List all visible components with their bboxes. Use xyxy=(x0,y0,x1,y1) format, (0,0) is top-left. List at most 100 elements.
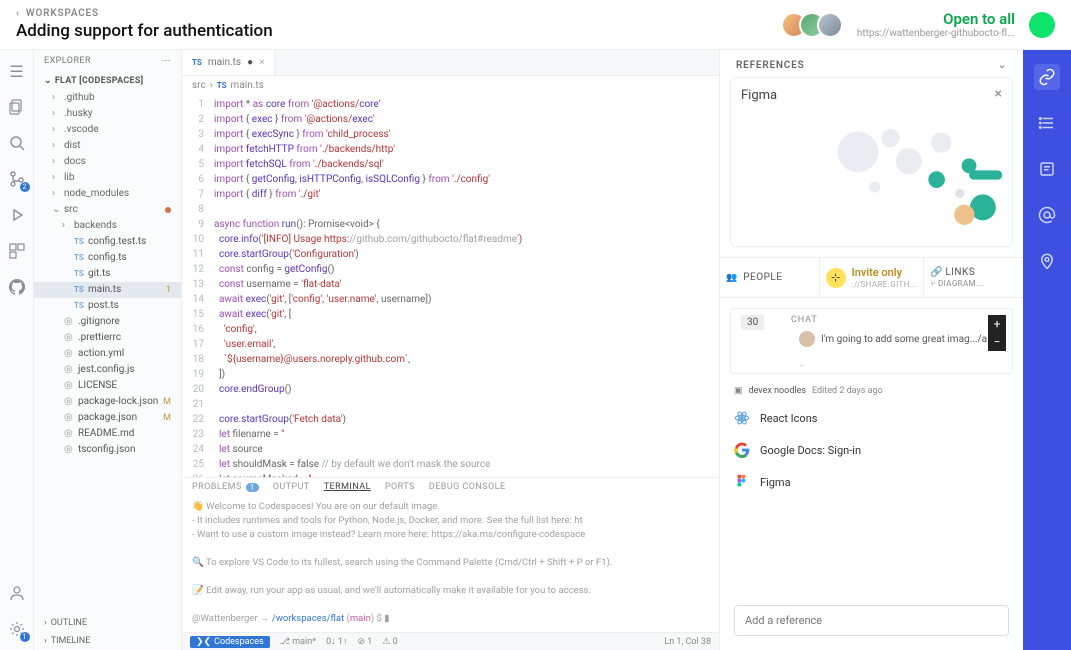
debug-icon[interactable] xyxy=(6,204,28,226)
location-rail-icon[interactable] xyxy=(1034,248,1060,274)
close-icon[interactable]: × xyxy=(259,57,264,68)
cursor-position[interactable]: Ln 1, Col 38 xyxy=(664,637,711,647)
access-label[interactable]: Open to all xyxy=(857,10,1015,28)
sync-indicator[interactable]: 0↓ 1↑ xyxy=(326,636,347,647)
zoom-out-button[interactable]: − xyxy=(988,333,1006,351)
add-reference-input[interactable] xyxy=(734,605,1009,636)
warnings-indicator[interactable]: ⚠ 0 xyxy=(382,637,397,647)
people-icon: 👥 xyxy=(726,273,737,283)
people-cell[interactable]: 👥 PEOPLE xyxy=(720,258,820,297)
editor-breadcrumb[interactable]: src› TS main.ts xyxy=(182,76,719,95)
explorer-title: EXPLORER⋯ xyxy=(34,50,181,72)
invite-cell[interactable]: ⊹ Invite only ://SHARE.GITH... xyxy=(820,258,925,297)
folder-item[interactable]: ›lib xyxy=(34,170,181,186)
avatar[interactable] xyxy=(817,12,843,38)
folder-item[interactable]: ›dist xyxy=(34,138,181,154)
folder-item[interactable]: ›.github xyxy=(34,90,181,106)
more-icon[interactable]: ⋯ xyxy=(162,56,171,66)
file-item[interactable]: ◎.prettierrc xyxy=(34,330,181,346)
file-item[interactable]: TSconfig.test.ts xyxy=(34,234,181,250)
app-header: ‹ WORKSPACES Adding support for authenti… xyxy=(0,0,1071,50)
references-panel: REFERENCES ⌄ Figma × xyxy=(719,50,1023,650)
file-item[interactable]: ◎package.jsonM xyxy=(34,410,181,426)
outline-section[interactable]: ›OUTLINE xyxy=(34,614,181,632)
file-item[interactable]: ◎package-lock.jsonM xyxy=(34,394,181,410)
typescript-icon: TS xyxy=(192,58,202,67)
file-item[interactable]: TSgit.ts xyxy=(34,266,181,282)
explorer-icon[interactable] xyxy=(6,96,28,118)
tab-bar: TS main.ts ● × xyxy=(182,50,719,76)
root-folder[interactable]: ⌄FLAT [CODESPACES] xyxy=(34,72,181,90)
figma-preview-graphic xyxy=(821,110,1006,240)
terminal-tabs: PROBLEMS1 OUTPUT TERMINAL PORTS DEBUG CO… xyxy=(182,477,719,496)
chat-count: 30 xyxy=(741,315,764,330)
file-item[interactable]: TSmain.ts1 xyxy=(34,282,181,298)
breadcrumb[interactable]: ‹ WORKSPACES xyxy=(16,8,789,19)
chat-more: … xyxy=(799,359,805,369)
menu-icon[interactable]: ☰ xyxy=(6,60,28,82)
chat-message: I'm going to add some great imag.../a xyxy=(799,331,1006,347)
file-item[interactable]: ◎.gitignore xyxy=(34,314,181,330)
editor-tab[interactable]: TS main.ts ● × xyxy=(182,50,275,75)
errors-indicator[interactable]: ⊘ 1 xyxy=(357,637,372,647)
avatar-stack[interactable] xyxy=(789,12,843,38)
folder-item[interactable]: ›backends xyxy=(34,218,181,234)
list-rail-icon[interactable] xyxy=(1034,110,1060,136)
file-item[interactable]: ◎LICENSE xyxy=(34,378,181,394)
github-icon[interactable] xyxy=(6,276,28,298)
presence-indicator[interactable] xyxy=(1029,12,1055,38)
side-rail xyxy=(1023,50,1071,650)
file-tree: ›.github›.husky›.vscode›dist›docs›lib›no… xyxy=(34,90,181,614)
code-area[interactable]: 1import * as core from '@actions/core'2i… xyxy=(182,95,719,477)
figma-label: Figma xyxy=(741,88,1002,103)
tab-debug-console[interactable]: DEBUG CONSOLE xyxy=(429,482,506,492)
file-item[interactable]: ◎README.md xyxy=(34,426,181,442)
page-title: Adding support for authentication xyxy=(16,21,789,41)
timeline-section[interactable]: ›TIMELINE xyxy=(34,632,181,650)
file-item[interactable]: ◎tsconfig.json xyxy=(34,442,181,458)
explorer-panel: EXPLORER⋯ ⌄FLAT [CODESPACES] ›.github›.h… xyxy=(34,50,182,650)
note-rail-icon[interactable] xyxy=(1034,156,1060,182)
file-item[interactable]: ◎action.yml xyxy=(34,346,181,362)
file-item[interactable]: TSpost.ts xyxy=(34,298,181,314)
tab-problems[interactable]: PROBLEMS1 xyxy=(192,482,259,492)
activity-bar: ☰ 2 1 xyxy=(0,50,34,650)
reference-item[interactable]: Google Docs: Sign-in xyxy=(720,434,1023,466)
mention-rail-icon[interactable] xyxy=(1034,202,1060,228)
meta-row: ▣ devex noodles Edited 2 days ago xyxy=(720,384,1023,398)
tab-terminal[interactable]: TERMINAL xyxy=(324,482,371,492)
source-control-icon[interactable]: 2 xyxy=(6,168,28,190)
chevron-down-icon[interactable]: ⌄ xyxy=(998,60,1007,71)
editor: TS main.ts ● × src› TS main.ts 1import *… xyxy=(182,50,719,650)
zoom-in-button[interactable]: + xyxy=(988,315,1006,333)
reference-list: React IconsGoogle Docs: Sign-inFigma xyxy=(720,398,1023,595)
close-icon[interactable]: × xyxy=(995,86,1002,102)
link-rail-icon[interactable] xyxy=(1034,64,1060,90)
search-icon[interactable] xyxy=(6,132,28,154)
folder-item[interactable]: ⌄src xyxy=(34,202,181,218)
file-item[interactable]: ◎jest.config.js xyxy=(34,362,181,378)
folder-item[interactable]: ›docs xyxy=(34,154,181,170)
codespaces-indicator[interactable]: ❯❮ Codespaces xyxy=(190,636,270,648)
tab-ports[interactable]: PORTS xyxy=(385,482,415,492)
reference-item[interactable]: React Icons xyxy=(720,402,1023,434)
references-header[interactable]: REFERENCES ⌄ xyxy=(720,50,1023,77)
figma-icon xyxy=(734,474,750,490)
settings-icon[interactable]: 1 xyxy=(6,618,28,640)
figma-preview-card[interactable]: Figma × xyxy=(730,77,1013,247)
folder-item[interactable]: ›.vscode xyxy=(34,122,181,138)
reference-item[interactable]: Figma xyxy=(720,466,1023,498)
folder-item[interactable]: ›node_modules xyxy=(34,186,181,202)
extensions-icon[interactable] xyxy=(6,240,28,262)
branch-indicator[interactable]: ⎇ main* xyxy=(280,637,316,647)
file-item[interactable]: TSconfig.ts xyxy=(34,250,181,266)
tab-output[interactable]: OUTPUT xyxy=(273,482,310,492)
folder-item[interactable]: ›.husky xyxy=(34,106,181,122)
react-icon xyxy=(734,410,750,426)
links-cell[interactable]: 🔗LINKS ⑂ DIAGRAM... xyxy=(924,258,1023,297)
status-bar: ❯❮ Codespaces ⎇ main* 0↓ 1↑ ⊘ 1 ⚠ 0 Ln 1… xyxy=(182,632,719,650)
account-icon[interactable] xyxy=(6,582,28,604)
terminal-body[interactable]: 👋 Welcome to Codespaces! You are on our … xyxy=(182,496,719,632)
chat-card[interactable]: 30 CHAT I'm going to add some great imag… xyxy=(730,308,1013,374)
chat-header: CHAT xyxy=(791,315,818,325)
